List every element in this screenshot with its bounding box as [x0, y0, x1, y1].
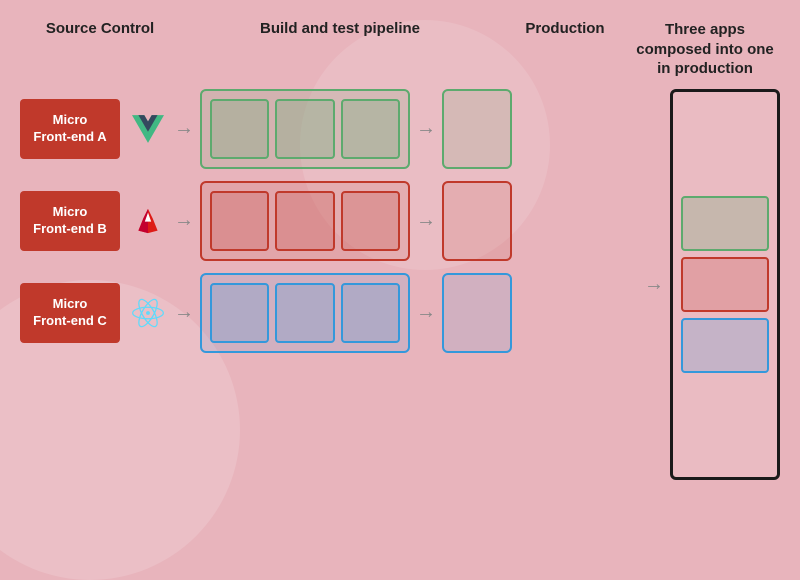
pipeline-inner-b2: [275, 191, 334, 251]
pipeline-inner-a2: [275, 99, 334, 159]
arrow-b1: →: [174, 209, 194, 232]
source-label-b: MicroFront-end B: [20, 191, 120, 251]
combined-inner-green: [681, 196, 769, 251]
arrow-c1: →: [174, 301, 194, 324]
header-three-apps: Three apps composed into one in producti…: [630, 20, 780, 79]
source-label-c: MicroFront-end C: [20, 283, 120, 343]
production-box-a: [442, 89, 512, 169]
vue-icon: [128, 113, 168, 145]
react-icon: [128, 297, 168, 329]
arrow-b2: →: [416, 209, 436, 232]
pipeline-inner-a1: [210, 99, 269, 159]
combined-inner-red: [681, 257, 769, 312]
pipeline-box-c: [200, 273, 410, 353]
source-label-a: MicroFront-end A: [20, 99, 120, 159]
mfe-rows: MicroFront-end A → → →: [20, 89, 636, 481]
pipeline-box-a: [200, 89, 410, 169]
combined-inner-blue: [681, 318, 769, 373]
header-source-control: Source Control: [20, 20, 180, 37]
combined-box: [670, 89, 780, 481]
pipeline-inner-c2: [275, 283, 334, 343]
pipeline-inner-c1: [210, 283, 269, 343]
angular-icon: [128, 205, 168, 237]
header-pipeline: Build and test pipeline: [180, 20, 500, 37]
pipeline-box-b: [200, 181, 410, 261]
combined-section: →: [638, 89, 780, 481]
arrow-c2: →: [416, 301, 436, 324]
mfe-row-c: MicroFront-end C → → →: [20, 273, 636, 353]
production-box-c: [442, 273, 512, 353]
pipeline-inner-a3: [341, 99, 400, 159]
pipeline-inner-b1: [210, 191, 269, 251]
mfe-row-b: MicroFront-end B → → →: [20, 181, 636, 261]
arrow-a1: →: [174, 117, 194, 140]
mfe-row-a: MicroFront-end A → → →: [20, 89, 636, 169]
pipeline-inner-b3: [341, 191, 400, 251]
pipeline-inner-c3: [341, 283, 400, 343]
main-container: Source Control Build and test pipeline P…: [0, 0, 800, 500]
header-production: Production: [500, 20, 630, 37]
header-row: Source Control Build and test pipeline P…: [20, 20, 780, 79]
arrow-combined: →: [644, 273, 664, 296]
production-box-b: [442, 181, 512, 261]
arrow-a2: →: [416, 117, 436, 140]
